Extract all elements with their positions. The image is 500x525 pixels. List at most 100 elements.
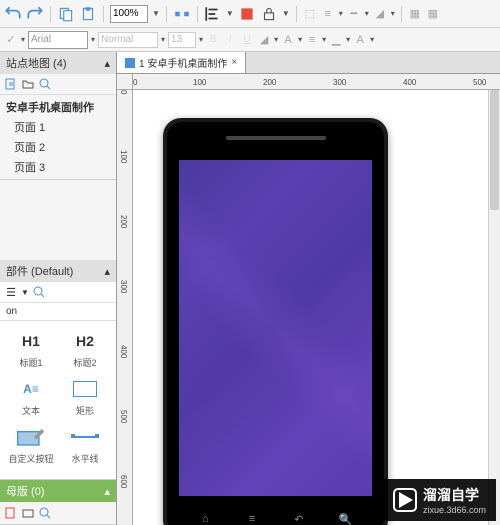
ruler-mark: 100 [193, 78, 206, 87]
widget-label: 标题1 [19, 356, 42, 369]
ruler-vertical[interactable]: 0 100 200 300 400 500 600 700 [117, 90, 133, 525]
redo-icon[interactable] [26, 5, 44, 23]
color-icon[interactable] [238, 5, 256, 23]
align-left-icon[interactable] [204, 5, 222, 23]
widget-h2[interactable]: H2 标题2 [62, 329, 108, 369]
align-h-icon[interactable]: ≡ [321, 7, 335, 21]
tree-page[interactable]: 页面 3 [0, 157, 116, 177]
fill-color-icon[interactable]: ◢ [257, 33, 271, 47]
collapse-icon[interactable]: ▴ [104, 485, 110, 498]
check-icon[interactable]: ✓ [4, 33, 18, 47]
dd-icon[interactable]: ▾ [298, 35, 302, 44]
back-nav-icon[interactable]: ↶ [292, 512, 306, 525]
button-icon [15, 425, 47, 449]
tab-bar: 1 安卓手机桌面制作 × [117, 52, 500, 74]
undo-icon[interactable] [4, 5, 22, 23]
lock-icon[interactable] [260, 5, 278, 23]
collapse-icon[interactable]: ▴ [104, 265, 110, 278]
font-dd-icon[interactable]: ▾ [91, 35, 95, 44]
widget-rect[interactable]: 矩形 [62, 377, 108, 417]
hline-icon [69, 425, 101, 449]
masters-header[interactable]: 母版 (0) ▴ [0, 480, 116, 502]
dd-icon[interactable]: ▾ [21, 35, 25, 44]
phone-mockup[interactable]: ⌂ ≡ ↶ 🔍 [163, 118, 388, 525]
size-dd-icon[interactable]: ▾ [199, 35, 203, 44]
widget-button[interactable]: 自定义按钮 [8, 425, 54, 465]
library-icon[interactable]: ☰ [4, 285, 18, 299]
dd-icon[interactable]: ▾ [346, 35, 350, 44]
font-size-input[interactable] [168, 32, 196, 48]
zoom-dropdown-icon[interactable]: ▼ [152, 9, 160, 18]
list-icon[interactable]: ≡ [305, 33, 319, 47]
group1-icon[interactable]: ▦ [408, 7, 422, 21]
home-nav-icon[interactable]: ⌂ [198, 512, 212, 525]
widget-category[interactable]: on [0, 303, 116, 321]
dd-icon[interactable]: ▾ [339, 9, 343, 18]
widget-label: 文本 [22, 404, 40, 417]
tree-root[interactable]: 安卓手机桌面制作 [0, 97, 116, 117]
add-page-icon[interactable] [4, 77, 18, 91]
tree-page[interactable]: 页面 2 [0, 137, 116, 157]
sitemap-header[interactable]: 站点地图 (4) ▴ [0, 52, 116, 74]
dd-icon[interactable]: ▾ [274, 35, 278, 44]
dd-icon[interactable]: ▾ [391, 9, 395, 18]
menu-nav-icon[interactable]: ≡ [245, 512, 259, 525]
close-icon[interactable]: × [231, 57, 237, 68]
ruler-horizontal[interactable]: 0 100 200 300 400 500 [133, 74, 500, 90]
sitemap-title: 站点地图 (4) [6, 55, 67, 71]
search-icon[interactable] [38, 506, 52, 520]
tree-page[interactable]: 页面 1 [0, 117, 116, 137]
lock-dropdown-icon[interactable]: ▼ [282, 9, 290, 18]
master-folder-icon[interactable] [21, 506, 35, 520]
phone-screen[interactable] [179, 160, 372, 496]
scrollbar-thumb[interactable] [490, 90, 499, 210]
separator [50, 6, 51, 22]
ruler-mark: 400 [403, 78, 416, 87]
style-dd-icon[interactable]: ▾ [161, 35, 165, 44]
dd-icon[interactable]: ▼ [21, 288, 29, 297]
add-folder-icon[interactable] [21, 77, 35, 91]
search-nav-icon[interactable]: 🔍 [339, 512, 353, 525]
widget-hline[interactable]: 水平线 [62, 425, 108, 465]
dd-icon[interactable]: ▾ [322, 35, 326, 44]
widgets-header[interactable]: 部件 (Default) ▴ [0, 260, 116, 282]
add-master-icon[interactable] [4, 506, 18, 520]
ruler-mark: 300 [333, 78, 346, 87]
watermark-brand: 溜溜自学 [423, 487, 479, 503]
copy-icon[interactable] [57, 5, 75, 23]
main-toolbar: ▼ ▼ ▼ ⬚ ≡ ▾ ━ ▾ ◢ ▾ ▦ ▦ [0, 0, 500, 28]
align-dropdown-icon[interactable]: ▼ [226, 9, 234, 18]
stroke-icon[interactable]: ━ [347, 7, 361, 21]
font-a-icon[interactable]: A [353, 33, 367, 47]
tool-a-icon[interactable] [173, 5, 191, 23]
font-style-input[interactable] [98, 32, 158, 48]
bucket-icon[interactable]: ◢ [373, 7, 387, 21]
zoom-input[interactable] [110, 5, 148, 23]
font-family-input[interactable] [28, 31, 88, 49]
search-icon[interactable] [32, 285, 46, 299]
sitemap-tree: 安卓手机桌面制作 页面 1 页面 2 页面 3 [0, 95, 116, 179]
collapse-icon[interactable]: ▴ [104, 57, 110, 70]
format-icon[interactable]: ⬚ [303, 7, 317, 21]
underline2-icon[interactable]: ▁ [329, 33, 343, 47]
text-color-icon[interactable]: A [281, 33, 295, 47]
paste-icon[interactable] [79, 5, 97, 23]
sitemap-search-input[interactable] [55, 77, 65, 91]
dd-icon[interactable]: ▾ [365, 9, 369, 18]
underline-icon[interactable]: U [240, 33, 254, 47]
canvas-area: 1 安卓手机桌面制作 × 0 100 200 300 400 500 0 100… [117, 52, 500, 525]
group2-icon[interactable]: ▦ [426, 7, 440, 21]
bold-icon[interactable]: B [206, 33, 220, 47]
widget-h1[interactable]: H1 标题1 [8, 329, 54, 369]
ruler-mark: 200 [119, 215, 128, 228]
rect-icon [69, 377, 101, 401]
dd-icon[interactable]: ▾ [370, 35, 374, 44]
scrollbar-vertical[interactable] [488, 90, 500, 525]
widget-grid: H1 标题1 H2 标题2 A≡ 文本 矩形 自定义按钮 [0, 321, 116, 473]
italic-icon[interactable]: I [223, 33, 237, 47]
widget-text[interactable]: A≡ 文本 [8, 377, 54, 417]
canvas[interactable]: ⌂ ≡ ↶ 🔍 [133, 90, 500, 525]
separator [296, 6, 297, 22]
search-icon[interactable] [38, 77, 52, 91]
document-tab[interactable]: 1 安卓手机桌面制作 × [117, 52, 246, 73]
